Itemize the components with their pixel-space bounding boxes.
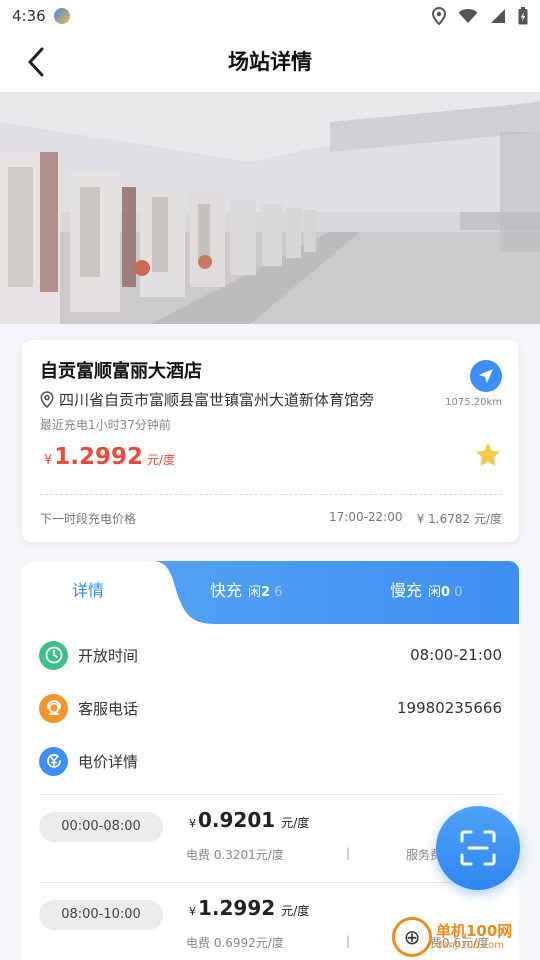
clock-icon — [39, 640, 68, 670]
next-period-time: 17:00-22:00 — [329, 510, 403, 524]
price-unit: 元/度 — [147, 453, 176, 467]
period-electricity-fee: 电费 0.6992元/度 — [186, 936, 284, 950]
period-price-unit: 元/度 — [281, 904, 310, 918]
service-phone-value[interactable]: 19980235666 — [397, 699, 502, 717]
star-icon — [476, 443, 500, 466]
price-detail-row: 电价详情 — [39, 743, 502, 779]
tab-fast-charge[interactable]: 快充 闲2 6 — [210, 561, 283, 624]
slow-idle-count: 0 — [441, 585, 451, 600]
card-divider — [40, 494, 502, 495]
service-phone-row[interactable]: 客服电话 19980235666 — [39, 690, 502, 726]
service-phone-label: 客服电话 — [78, 699, 139, 718]
period-price: ¥ 0.9201 元/度 — [189, 808, 309, 832]
period-time: 00:00-08:00 — [39, 812, 163, 842]
app-notification-icon — [53, 8, 70, 24]
tab-fast-label: 快充 — [210, 581, 243, 600]
period-electricity-fee: 电费 0.3201元/度 — [186, 848, 284, 862]
period-separator: | — [346, 934, 351, 948]
currency-symbol: ¥ — [44, 453, 53, 468]
location-pin-icon — [40, 391, 54, 408]
address-row: 四川省自贡市富顺县富世镇富州大道新体育馆旁 — [40, 389, 374, 410]
distance-label: 1075.20km — [445, 397, 502, 408]
price-value: 1.2992 — [54, 444, 144, 470]
tab-slow-charge[interactable]: 慢充 闲0 0 — [390, 561, 463, 624]
fast-total-count: 6 — [274, 585, 283, 600]
station-address: 四川省自贡市富顺县富世镇富州大道新体育馆旁 — [59, 391, 375, 409]
location-icon — [432, 7, 446, 25]
watermark-logo-icon: ⊕ — [392, 917, 432, 957]
yen-price-icon — [39, 746, 68, 776]
navigate-button[interactable] — [470, 360, 502, 392]
scan-icon — [460, 830, 496, 866]
status-icons — [432, 7, 528, 25]
watermark-url: danji100.com — [436, 940, 504, 951]
price-period-row: 00:00-08:00 ¥ 0.9201 元/度 电费 0.3201元/度 | … — [39, 794, 502, 874]
station-name: 自贡富顺富丽大酒店 — [40, 361, 202, 382]
period-price-unit: 元/度 — [281, 816, 310, 830]
tab-detail[interactable]: 详情 — [72, 561, 104, 624]
station-card: 自贡富顺富丽大酒店 四川省自贡市富顺县富世镇富州大道新体育馆旁 最近充电1小时3… — [22, 340, 519, 542]
next-period-price: ¥ 1.6782 元/度 — [416, 512, 502, 526]
next-period-label: 下一时段充电价格 — [40, 512, 137, 526]
wifi-icon — [458, 9, 478, 23]
last-charge-time: 最近充电1小时37分钟前 — [40, 418, 171, 432]
signal-icon — [491, 9, 505, 23]
app-header: 场站详情 — [0, 32, 540, 92]
slow-total-count: 0 — [454, 585, 463, 600]
scan-button[interactable] — [436, 806, 520, 890]
current-price: ¥ 1.2992 元/度 — [44, 444, 175, 470]
tab-bar: 详情 快充 闲2 6 慢充 闲0 0 — [22, 561, 519, 624]
open-hours-label: 开放时间 — [78, 646, 139, 665]
fast-idle-count: 2 — [261, 585, 271, 600]
period-price-value: 0.9201 — [198, 808, 276, 832]
period-time: 08:00-10:00 — [39, 900, 163, 930]
open-hours-value: 08:00-21:00 — [410, 646, 502, 664]
navigation-arrow-icon — [479, 369, 493, 383]
favorite-button[interactable] — [473, 440, 503, 474]
slow-idle-label: 闲 — [428, 585, 442, 600]
detail-card: 详情 快充 闲2 6 慢充 闲0 0 开放时间 08:00-21:00 客服电话 1… — [22, 561, 519, 960]
status-time: 4:36 — [12, 7, 46, 25]
period-price: ¥ 1.2992 元/度 — [189, 896, 309, 920]
customer-service-icon — [39, 693, 68, 723]
station-photo — [0, 92, 540, 324]
period-currency: ¥ — [189, 817, 196, 830]
status-bar: 4:36 — [0, 0, 540, 32]
active-tab-shape — [22, 561, 217, 624]
watermark-name: 单机100网 — [436, 922, 513, 940]
battery-icon — [518, 7, 528, 25]
tab-detail-label: 详情 — [72, 581, 105, 600]
period-price-value: 1.2992 — [198, 896, 276, 920]
fast-idle-label: 闲 — [248, 585, 262, 600]
tab-slow-label: 慢充 — [390, 581, 423, 600]
period-currency: ¥ — [189, 905, 196, 918]
period-separator: | — [346, 846, 351, 860]
watermark: ⊕ 单机100网 danji100.com — [392, 916, 538, 958]
price-detail-label: 电价详情 — [78, 752, 139, 771]
page-title: 场站详情 — [228, 50, 312, 74]
open-hours-row: 开放时间 08:00-21:00 — [39, 637, 502, 673]
